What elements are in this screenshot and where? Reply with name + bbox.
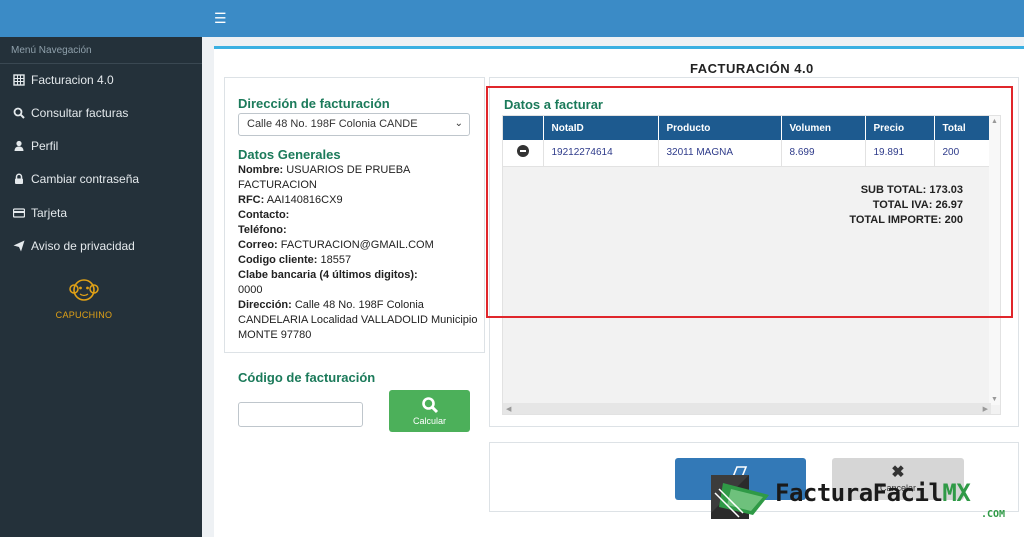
invoice-icon: [13, 74, 25, 86]
correo-row: Correo: FACTURACION@GMAIL.COM: [238, 238, 478, 253]
lock-icon: [13, 173, 25, 185]
total-iva-text: TOTAL IVA: 26.97: [872, 199, 963, 211]
sidebar-item-label: Consultar facturas: [31, 106, 129, 120]
calculate-button-label: Calcular: [412, 416, 446, 426]
cell-producto: 32011 MAGNA: [658, 140, 782, 167]
general-data-heading: Datos Generales: [238, 147, 341, 162]
hamburger-menu-icon[interactable]: ☰: [214, 11, 227, 25]
column-header-action: [503, 116, 544, 140]
column-header: Volumen: [781, 116, 866, 140]
correo-label: Correo:: [238, 239, 278, 251]
vertical-scrollbar[interactable]: ▲ ▼: [989, 116, 1000, 405]
cell-nota-id: 19212274614: [543, 140, 659, 167]
chevron-down-icon: ⌄: [454, 118, 463, 129]
sidebar-item-aviso-privacidad[interactable]: Aviso de privacidad: [13, 237, 135, 255]
send-icon: [13, 240, 25, 252]
brand-name: FacturaFacilMX: [775, 479, 971, 507]
sidebar-item-label: Facturacion 4.0: [31, 73, 114, 87]
top-bar: ☰: [0, 0, 1024, 37]
general-data-list: Nombre: USUARIOS DE PRUEBA FACTURACION R…: [238, 163, 478, 343]
billing-address-heading: Dirección de facturación: [238, 96, 390, 111]
sidebar-menu-title: Menú Navegación: [11, 45, 92, 56]
search-icon: [13, 107, 25, 119]
rfc-row: RFC: AAI140816CX9: [238, 193, 478, 208]
sidebar-item-label: Tarjeta: [31, 206, 68, 220]
facturafacil-watermark: FacturaFacilMX .COM: [709, 471, 1019, 523]
subtotal-text: SUB TOTAL: 173.03: [860, 184, 963, 196]
scroll-right-icon[interactable]: ▶: [983, 405, 988, 413]
telefono-label: Teléfono:: [238, 224, 287, 236]
remove-row-icon[interactable]: [517, 145, 529, 158]
rfc-label: RFC:: [238, 194, 265, 206]
remove-cell: [503, 140, 544, 167]
telefono-row: Teléfono:: [238, 223, 478, 238]
codigo-cliente-value: 18557: [320, 254, 352, 266]
sidebar-item-label: Cambiar contraseña: [31, 172, 140, 186]
billing-code-heading: Código de facturación: [238, 370, 376, 385]
column-header: Total: [934, 116, 991, 140]
cell-total: 200: [934, 140, 991, 167]
invoice-table: NotaID Producto Volumen Precio Total 192…: [503, 116, 991, 167]
sidebar: Menú Navegación Facturacion 4.0 Consulta…: [0, 37, 202, 537]
rfc-value: AAI140816CX9: [266, 194, 343, 206]
page-title: FACTURACIÓN 4.0: [690, 61, 814, 76]
codigo-cliente-row: Codigo cliente: 18557: [238, 253, 478, 268]
column-header: NotaID: [543, 116, 659, 140]
capuchino-logo: CAPUCHINO: [49, 277, 119, 320]
search-icon: [422, 397, 439, 414]
sidebar-item-tarjeta[interactable]: Tarjeta: [13, 204, 67, 222]
contacto-label: Contacto:: [238, 209, 290, 221]
address-select[interactable]: Calle 48 No. 198F Colonia CANDE ⌄: [238, 113, 470, 136]
clabe-value: 0000: [238, 284, 263, 296]
contacto-row: Contacto:: [238, 208, 478, 223]
sidebar-item-label: Aviso de privacidad: [31, 239, 135, 253]
sidebar-divider: [0, 63, 202, 64]
nombre-label: Nombre:: [238, 164, 284, 176]
codigo-cliente-label: Codigo cliente:: [238, 254, 318, 266]
sidebar-item-facturacion[interactable]: Facturacion 4.0: [13, 71, 114, 89]
monkey-icon: [69, 279, 99, 301]
user-icon: [13, 140, 25, 152]
brand-main: FacturaFacil: [775, 479, 943, 507]
invoice-grid: NotaID Producto Volumen Precio Total 192…: [502, 115, 1001, 415]
table-row: 19212274614 32011 MAGNA 8.699 19.891 200: [503, 140, 991, 167]
scroll-down-icon[interactable]: ▼: [991, 396, 998, 403]
total-importe-text: TOTAL IMPORTE: 200: [849, 214, 963, 226]
clabe-label: Clabe bancaria (4 últimos digitos):: [238, 269, 418, 281]
card-icon: [13, 207, 25, 219]
logo-text: CAPUCHINO: [55, 310, 113, 320]
nombre-row: Nombre: USUARIOS DE PRUEBA FACTURACION: [238, 163, 478, 193]
clabe-row: Clabe bancaria (4 últimos digitos):: [238, 268, 478, 283]
brand-domain: .COM: [981, 509, 1006, 520]
direccion-row: Dirección: Calle 48 No. 198F Colonia CAN…: [238, 298, 478, 343]
sidebar-item-label: Perfil: [31, 139, 59, 153]
scroll-left-icon[interactable]: ◀: [506, 405, 511, 413]
scroll-up-icon[interactable]: ▲: [991, 118, 998, 125]
billing-code-input[interactable]: [238, 402, 363, 427]
cell-precio: 19.891: [865, 140, 935, 167]
sidebar-item-cambiar-contrasena[interactable]: Cambiar contraseña: [13, 170, 139, 188]
sidebar-item-consultar[interactable]: Consultar facturas: [13, 104, 128, 122]
address-select-value: Calle 48 No. 198F Colonia CANDE: [247, 118, 418, 130]
horizontal-scrollbar[interactable]: ◀ ▶: [503, 403, 991, 414]
calculate-button[interactable]: Calcular: [389, 390, 470, 432]
invoice-heading: Datos a facturar: [504, 97, 603, 112]
column-header: Precio: [865, 116, 935, 140]
brand-logo-icon: [711, 475, 769, 519]
correo-value: FACTURACION@GMAIL.COM: [280, 239, 434, 251]
column-header: Producto: [658, 116, 782, 140]
sidebar-item-perfil[interactable]: Perfil: [13, 137, 58, 155]
table-header-row: NotaID Producto Volumen Precio Total: [503, 116, 991, 140]
cell-volumen: 8.699: [781, 140, 866, 167]
brand-suffix: MX: [942, 479, 971, 507]
direccion-label: Dirección:: [238, 299, 292, 311]
